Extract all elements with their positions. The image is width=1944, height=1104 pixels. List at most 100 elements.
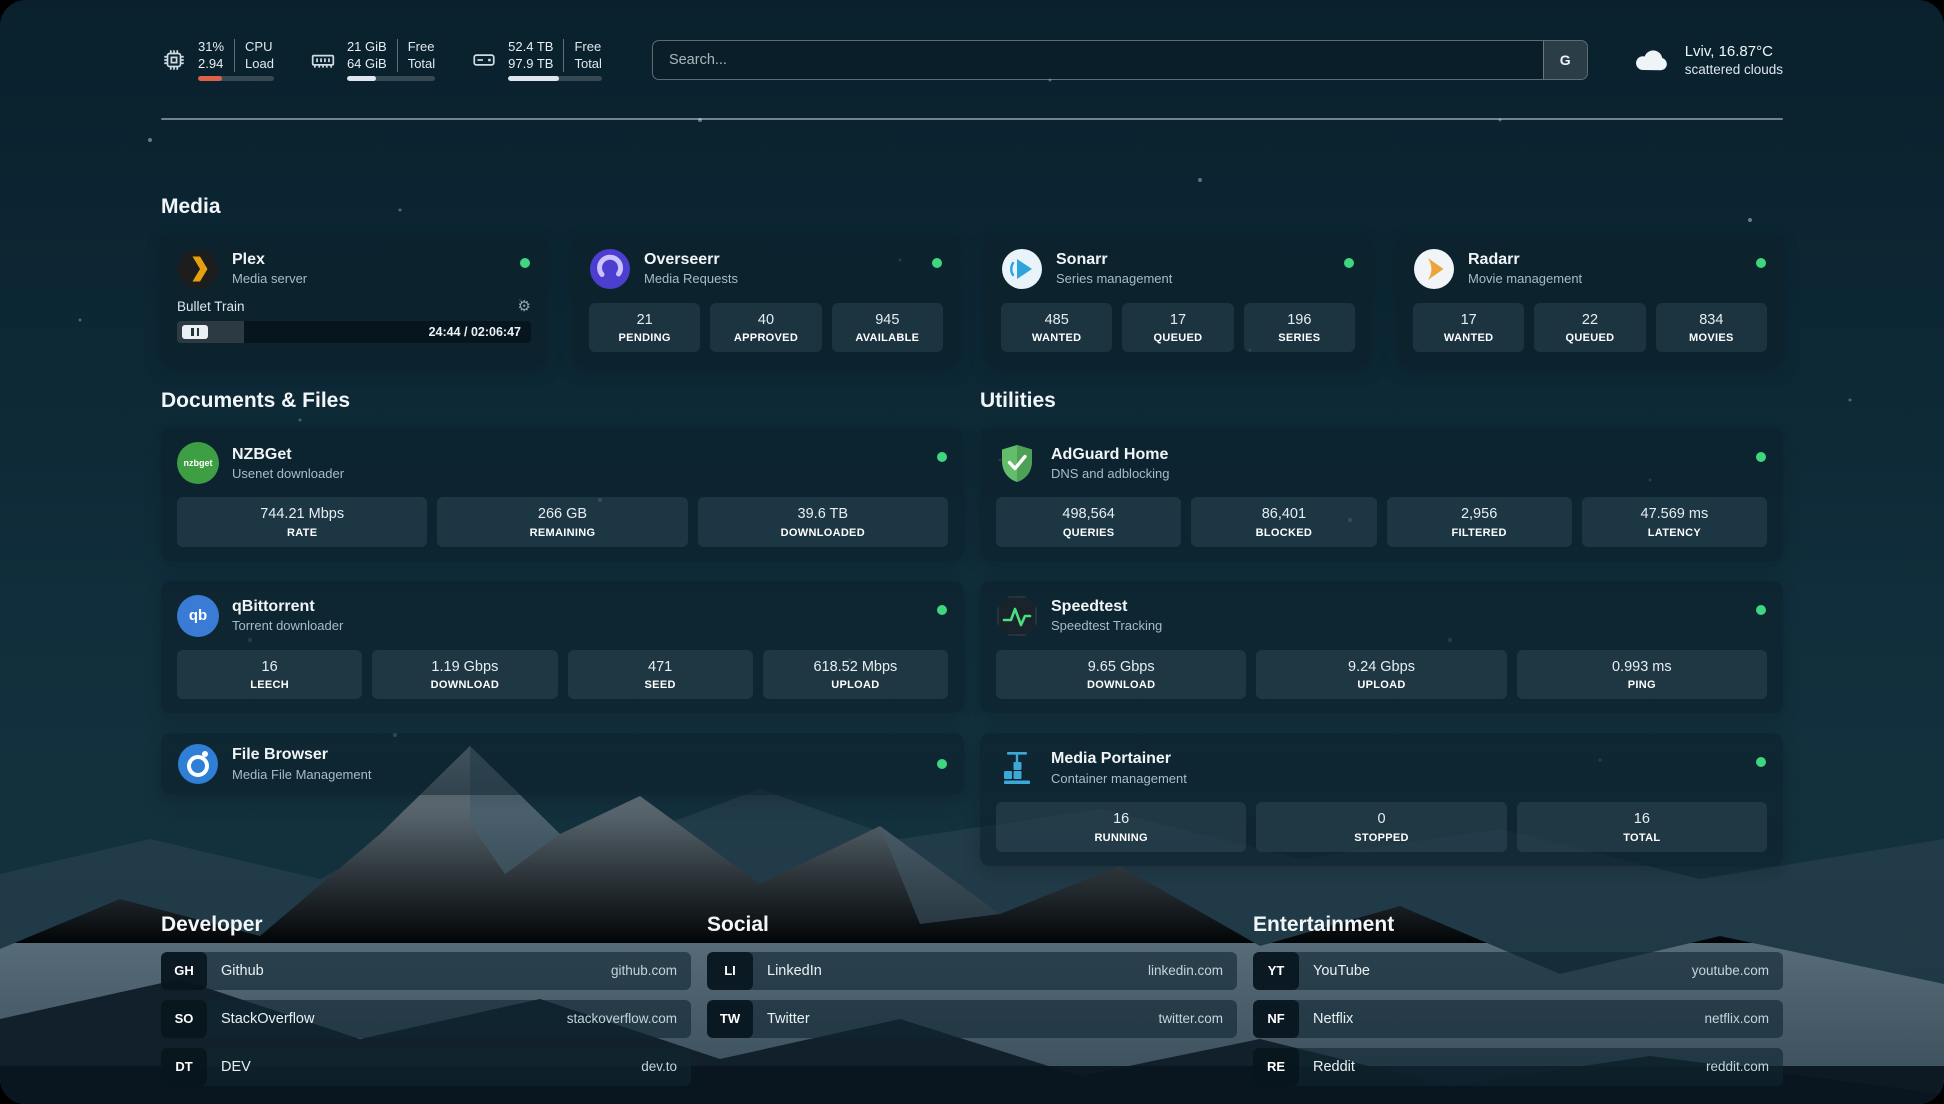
github-icon: GH [161,952,207,990]
app-name: File Browser [232,745,371,764]
stat-value: 945 [836,312,939,329]
bookmark-url: reddit.com [1706,1059,1769,1074]
stat-label: APPROVED [714,332,817,344]
stat-value: 1.19 Gbps [376,659,553,676]
bookmark-label: Netflix [1313,1011,1353,1027]
weather-widget: Lviv, 16.87°C scattered clouds [1632,43,1783,77]
stat-value: 0 [1260,811,1502,828]
app-subtitle: DNS and adblocking [1051,466,1170,482]
nzbget-card[interactable]: nzbget NZBGet Usenet downloader 744.21 M… [161,428,964,560]
settings-gear-icon[interactable]: ⚙ [518,299,531,314]
portainer-icon [996,747,1038,789]
bookmark-url: twitter.com [1158,1011,1223,1026]
bookmark-reddit[interactable]: RE Reddit reddit.com [1253,1048,1783,1086]
speedtest-card[interactable]: Speedtest Speedtest Tracking 9.65 Gbps D… [980,581,1783,713]
stat-tile: 9.24 Gbps UPLOAD [1256,650,1506,699]
bookmark-linkedin[interactable]: LI LinkedIn linkedin.com [707,952,1237,990]
adguard-card[interactable]: AdGuard Home DNS and adblocking 498,564 … [980,428,1783,560]
section-title-developer: Developer [161,914,691,936]
status-indicator [1756,605,1766,615]
bookmark-url: netflix.com [1704,1011,1769,1026]
stat-label: QUERIES [1000,527,1177,539]
stat-label: UPLOAD [767,679,944,691]
stat-value: 2,956 [1391,506,1568,523]
bookmark-label: LinkedIn [767,963,822,979]
search-input[interactable] [653,41,1543,79]
bookmark-url: youtube.com [1692,963,1769,978]
playback-progress-bar[interactable]: 24:44 / 02:06:47 [177,321,531,343]
app-name: Media Portainer [1051,749,1187,768]
stat-value: 21 [593,312,696,329]
stat-value: 834 [1660,312,1763,329]
app-subtitle: Torrent downloader [232,618,343,634]
app-subtitle: Media server [232,271,307,287]
app-name: Speedtest [1051,597,1162,616]
stat-label: DOWNLOAD [1000,679,1242,691]
sonarr-icon [1001,248,1043,290]
app-subtitle: Media File Management [232,767,371,783]
stat-tile: 21 PENDING [589,303,700,352]
pause-button[interactable] [182,325,208,339]
header-divider [161,118,1783,120]
stat-value: 39.6 TB [702,506,944,523]
bookmark-label: YouTube [1313,963,1370,979]
section-title-media: Media [161,196,1783,218]
ram-total-value: 64 GiB [347,56,387,73]
bookmark-youtube[interactable]: YT YouTube youtube.com [1253,952,1783,990]
app-name: Radarr [1468,250,1582,269]
stat-value: 266 GB [441,506,683,523]
stat-label: WANTED [1005,332,1108,344]
disk-widget: 52.4 TB 97.9 TB Free Total [471,39,602,82]
bookmark-url: linkedin.com [1148,963,1223,978]
bookmark-netflix[interactable]: NF Netflix netflix.com [1253,1000,1783,1038]
section-title-utilities: Utilities [980,390,1783,412]
bookmark-dev[interactable]: DT DEV dev.to [161,1048,691,1086]
memory-icon [310,47,336,73]
stat-tile: 39.6 TB DOWNLOADED [698,497,948,546]
disk-free-label: Free [574,39,601,56]
stat-value: 9.24 Gbps [1260,659,1502,676]
app-name: qBittorrent [232,597,343,616]
status-indicator [937,605,947,615]
app-subtitle: Container management [1051,771,1187,787]
stackoverflow-icon: SO [161,1000,207,1038]
radarr-card[interactable]: Radarr Movie management 17 WANTED 22 QUE… [1397,234,1783,366]
stat-value: 16 [1000,811,1242,828]
app-name: Overseerr [644,250,738,269]
filebrowser-card[interactable]: File Browser Media File Management [161,733,964,795]
weather-condition: scattered clouds [1685,62,1783,77]
bookmark-github[interactable]: GH Github github.com [161,952,691,990]
app-subtitle: Usenet downloader [232,466,344,482]
stat-label: MOVIES [1660,332,1763,344]
stat-tile: 618.52 Mbps UPLOAD [763,650,948,699]
overseerr-icon [589,248,631,290]
bookmark-url: stackoverflow.com [567,1011,677,1026]
adguard-icon [996,442,1038,484]
plex-card[interactable]: Plex Media server Bullet Train ⚙ 24:44 /… [161,234,547,366]
search-engine-button[interactable]: G [1543,41,1587,79]
stat-label: LATENCY [1586,527,1763,539]
stat-tile: 86,401 BLOCKED [1191,497,1376,546]
portainer-card[interactable]: Media Portainer Container management 16 … [980,733,1783,865]
qbittorrent-card[interactable]: qb qBittorrent Torrent downloader 16 LEE… [161,581,964,713]
stat-value: 471 [572,659,749,676]
bookmark-label: StackOverflow [221,1011,314,1027]
stat-tile: 40 APPROVED [710,303,821,352]
app-name: Sonarr [1056,250,1172,269]
stat-value: 618.52 Mbps [767,659,944,676]
sonarr-card[interactable]: Sonarr Series management 485 WANTED 17 Q… [985,234,1371,366]
overseerr-card[interactable]: Overseerr Media Requests 21 PENDING 40 A… [573,234,959,366]
section-title-entertainment: Entertainment [1253,914,1783,936]
media-cards-row: Plex Media server Bullet Train ⚙ 24:44 /… [161,234,1783,366]
social-column: Social LI LinkedIn linkedin.com TW Twitt… [707,914,1237,1086]
section-title-documents: Documents & Files [161,390,964,412]
bookmark-stackoverflow[interactable]: SO StackOverflow stackoverflow.com [161,1000,691,1038]
stat-value: 17 [1417,312,1520,329]
stat-label: DOWNLOADED [702,527,944,539]
app-subtitle: Speedtest Tracking [1051,618,1162,634]
section-title-social: Social [707,914,1237,936]
youtube-icon: YT [1253,952,1299,990]
bookmark-twitter[interactable]: TW Twitter twitter.com [707,1000,1237,1038]
utilities-column: Utilities AdGuard Home DNS and adblockin… [980,390,1783,865]
stat-tile: 266 GB REMAINING [437,497,687,546]
